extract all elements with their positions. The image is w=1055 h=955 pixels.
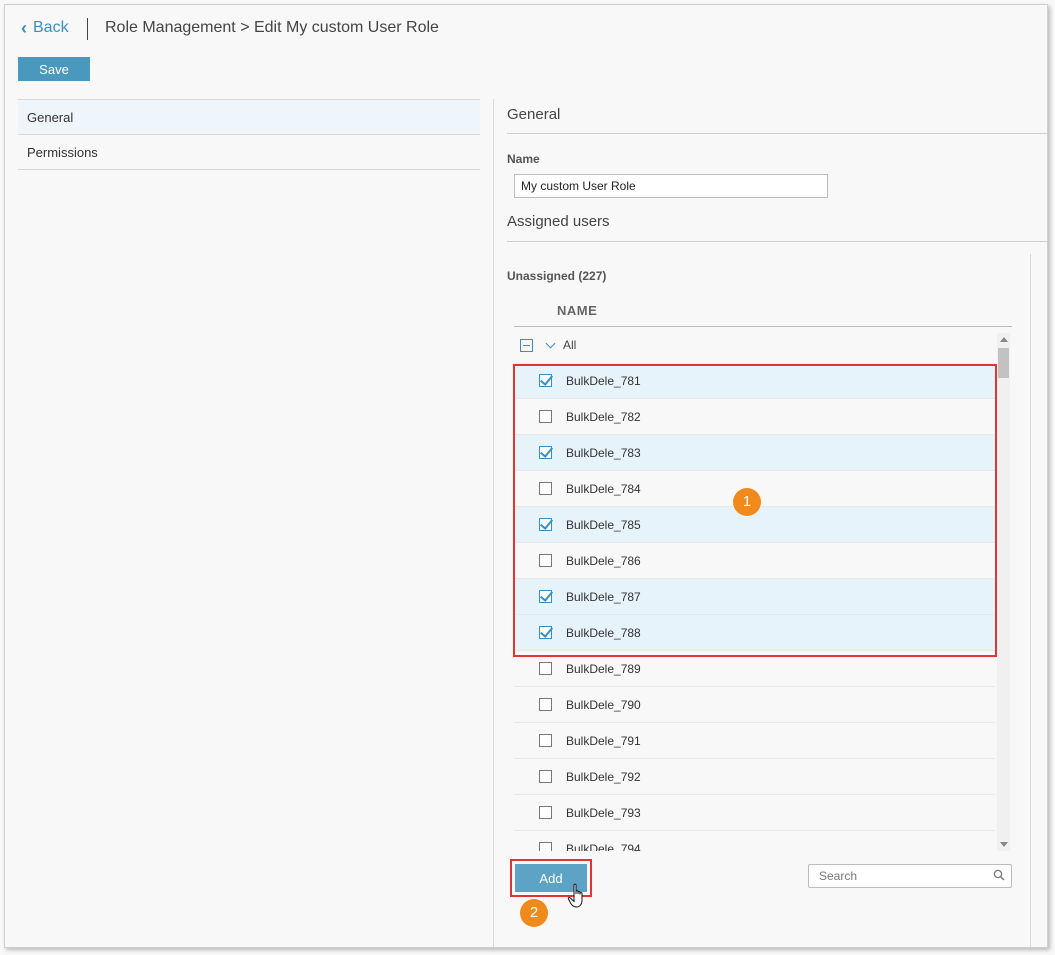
user-row-name: BulkDele_788 (566, 625, 641, 640)
user-row-checkbox[interactable] (539, 734, 552, 747)
user-row-name: BulkDele_794 (566, 841, 641, 852)
scroll-up-arrow-icon[interactable] (1000, 337, 1008, 342)
user-row[interactable]: BulkDele_783 (514, 435, 995, 471)
user-row-name: BulkDele_789 (566, 661, 641, 676)
user-list[interactable]: All BulkDele_781 BulkDele_782 BulkDele_783… (514, 327, 995, 851)
breadcrumb: Role Management > Edit My custom User Ro… (105, 19, 439, 36)
user-row[interactable]: BulkDele_786 (514, 543, 995, 579)
column-header-name[interactable]: NAME (557, 303, 597, 318)
search-box[interactable] (808, 864, 1012, 888)
user-row-name: BulkDele_782 (566, 409, 641, 424)
all-group-row[interactable]: All (514, 327, 995, 363)
general-divider (507, 133, 1047, 134)
nav-item-permissions[interactable]: Permissions (18, 135, 480, 170)
user-row[interactable]: BulkDele_790 (514, 687, 995, 723)
select-all-checkbox[interactable] (520, 338, 533, 352)
user-row-checkbox[interactable] (539, 698, 552, 711)
user-row-checkbox[interactable] (539, 662, 552, 675)
assigned-panel-border (1030, 254, 1031, 947)
header-divider (87, 18, 88, 40)
scrollbar-thumb[interactable] (998, 348, 1009, 378)
app-window: ‹ Back Role Management > Edit My custom … (4, 4, 1048, 948)
panel-divider (493, 99, 494, 947)
assigned-divider (507, 241, 1047, 242)
search-icon[interactable] (993, 869, 1005, 881)
user-row-checkbox[interactable] (539, 410, 552, 423)
scroll-down-arrow-icon[interactable] (1000, 842, 1008, 847)
name-input[interactable] (514, 174, 828, 198)
left-nav: General Permissions (18, 99, 480, 170)
search-input[interactable] (809, 865, 989, 887)
user-row-checkbox[interactable] (539, 374, 552, 387)
back-link[interactable]: ‹ Back (21, 19, 69, 37)
user-row-name: BulkDele_792 (566, 769, 641, 784)
user-row[interactable]: BulkDele_793 (514, 795, 995, 831)
user-row-checkbox[interactable] (539, 806, 552, 819)
assigned-users-title: Assigned users (507, 213, 610, 230)
user-row-name: BulkDele_783 (566, 445, 641, 460)
list-scrollbar[interactable] (997, 333, 1010, 851)
user-row[interactable]: BulkDele_788 (514, 615, 995, 651)
user-row[interactable]: BulkDele_782 (514, 399, 995, 435)
general-section-title: General (507, 106, 561, 123)
nav-item-general[interactable]: General (18, 100, 480, 135)
save-button[interactable]: Save (18, 57, 90, 81)
user-row-checkbox[interactable] (539, 446, 552, 459)
user-row-name: BulkDele_790 (566, 697, 641, 712)
user-row-checkbox[interactable] (539, 482, 552, 495)
user-row-name: BulkDele_784 (566, 481, 641, 496)
user-row-name: BulkDele_786 (566, 553, 641, 568)
user-row[interactable]: BulkDele_791 (514, 723, 995, 759)
user-row-name: BulkDele_785 (566, 517, 641, 532)
user-row[interactable]: BulkDele_794 (514, 831, 995, 851)
user-row-checkbox[interactable] (539, 770, 552, 783)
unassigned-count-label: Unassigned (227) (507, 269, 607, 283)
user-row-name: BulkDele_793 (566, 805, 641, 820)
chevron-down-icon[interactable] (545, 338, 556, 348)
chevron-left-icon: ‹ (21, 18, 27, 38)
user-row-checkbox[interactable] (539, 518, 552, 531)
user-row[interactable]: BulkDele_781 (514, 363, 995, 399)
user-row[interactable]: BulkDele_787 (514, 579, 995, 615)
all-label: All (563, 338, 577, 352)
user-row-checkbox[interactable] (539, 626, 552, 639)
user-row[interactable]: BulkDele_789 (514, 651, 995, 687)
user-row-checkbox[interactable] (539, 590, 552, 603)
user-row-name: BulkDele_791 (566, 733, 641, 748)
user-row-checkbox[interactable] (539, 554, 552, 567)
hand-pointer-icon (567, 883, 583, 908)
back-label: Back (33, 19, 69, 36)
name-label: Name (507, 152, 540, 166)
user-row[interactable]: BulkDele_792 (514, 759, 995, 795)
user-row-name: BulkDele_787 (566, 589, 641, 604)
user-row-name: BulkDele_781 (566, 373, 641, 388)
step-1-badge: 1 (733, 488, 761, 516)
user-row-checkbox[interactable] (539, 842, 552, 851)
step-2-badge: 2 (520, 899, 548, 927)
